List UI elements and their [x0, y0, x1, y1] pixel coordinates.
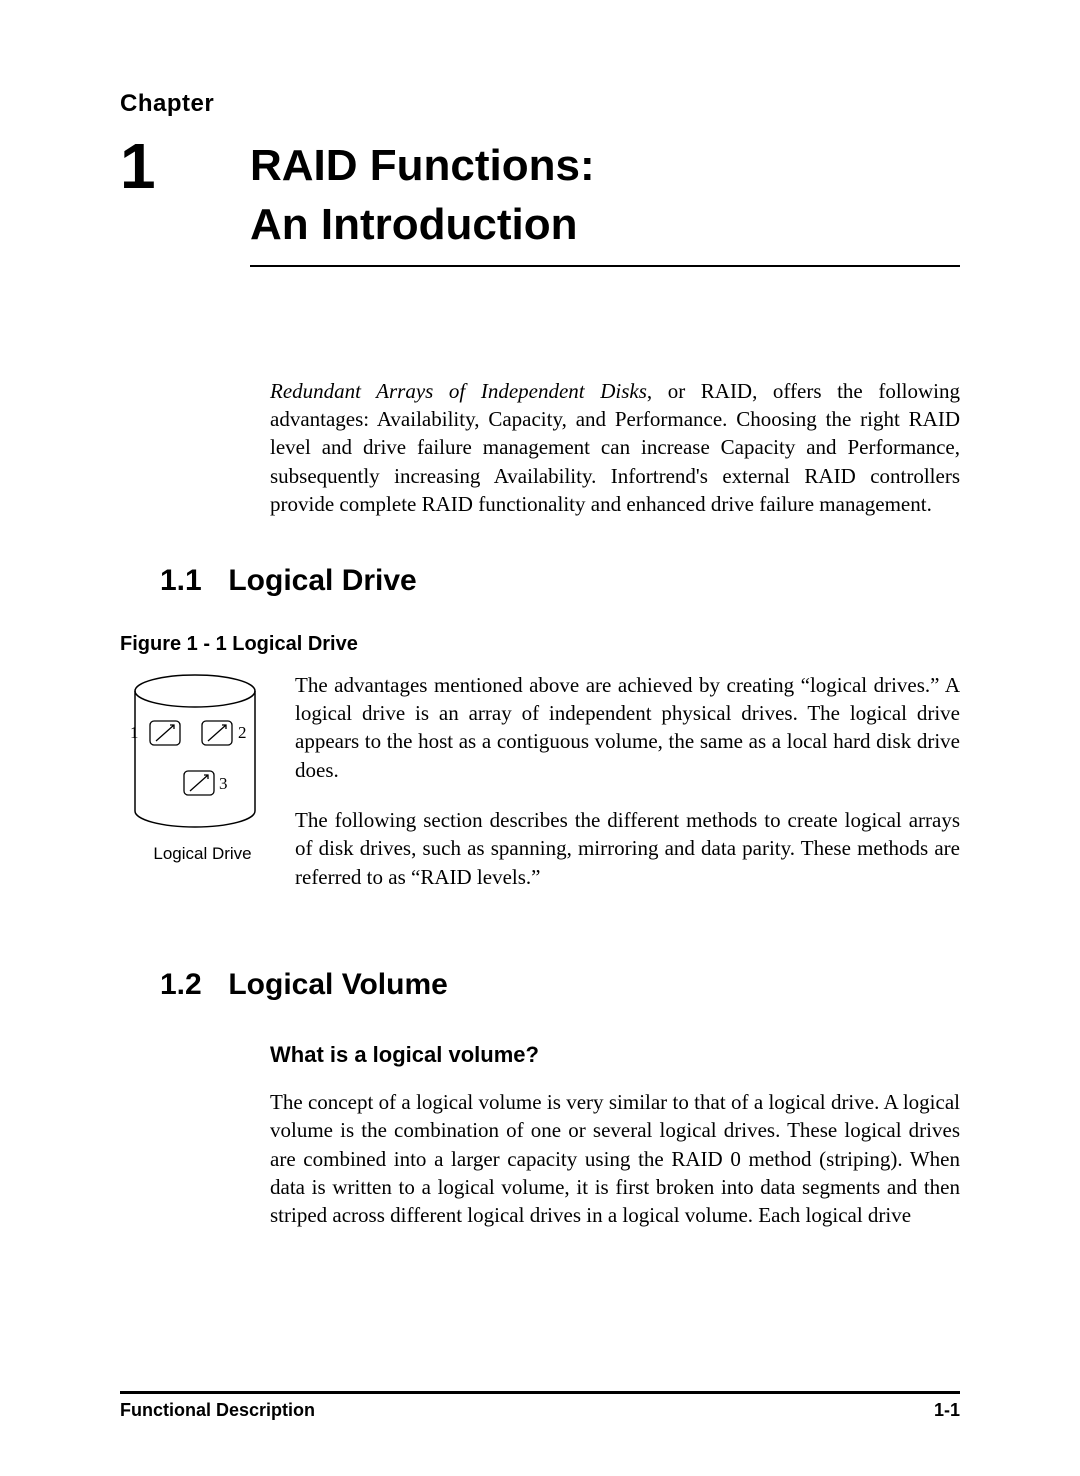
disk-2-icon	[202, 721, 232, 745]
figure-1-box: 1 2 3 Logical Drive	[120, 671, 285, 864]
section-2-para: The concept of a logical volume is very …	[270, 1088, 960, 1230]
disk-3-label: 3	[219, 774, 228, 793]
figure-1-row: 1 2 3 Logical Drive The advantages menti…	[120, 671, 960, 913]
figure-1-text: The advantages mentioned above are achie…	[295, 671, 960, 913]
section-2-number: 1.2	[160, 968, 220, 1002]
section-1-heading: 1.1 Logical Drive	[160, 564, 960, 598]
intro-paragraph: Redundant Arrays of Independent Disks, o…	[270, 377, 960, 519]
section-2-title: Logical Volume	[228, 968, 447, 1001]
section-1-para-1: The advantages mentioned above are achie…	[295, 671, 960, 784]
logical-drive-diagram: 1 2 3	[120, 671, 270, 836]
footer-right: 1-1	[934, 1400, 960, 1421]
section-1-number: 1.1	[160, 564, 220, 598]
disk-1-icon	[150, 721, 180, 745]
chapter-title: RAID Functions: An Introduction	[250, 136, 960, 267]
section-1-title: Logical Drive	[228, 564, 416, 597]
logical-drive-svg: 1 2 3	[120, 671, 270, 836]
disk-3-icon	[184, 771, 214, 795]
chapter-row: 1 RAID Functions: An Introduction	[120, 128, 960, 267]
footer-left: Functional Description	[120, 1400, 315, 1421]
section-2-heading: 1.2 Logical Volume	[160, 968, 960, 1002]
page: Chapter 1 RAID Functions: An Introductio…	[0, 0, 1080, 1476]
figure-1-label: Logical Drive	[120, 844, 285, 864]
figure-1-caption: Figure 1 - 1 Logical Drive	[120, 633, 960, 656]
section-2-subheading: What is a logical volume?	[270, 1042, 960, 1068]
disk-1-label: 1	[130, 723, 139, 742]
chapter-label: Chapter	[120, 90, 960, 118]
page-footer: Functional Description 1-1	[120, 1391, 960, 1421]
chapter-title-line1: RAID Functions:	[250, 141, 595, 190]
intro-italic-lead: Redundant Arrays of Independent Disks	[270, 379, 647, 403]
chapter-title-line2: An Introduction	[250, 200, 578, 249]
chapter-title-block: RAID Functions: An Introduction	[250, 128, 960, 267]
section-1-para-2: The following section describes the diff…	[295, 806, 960, 891]
chapter-number: 1	[120, 128, 250, 198]
disk-2-label: 2	[238, 723, 247, 742]
